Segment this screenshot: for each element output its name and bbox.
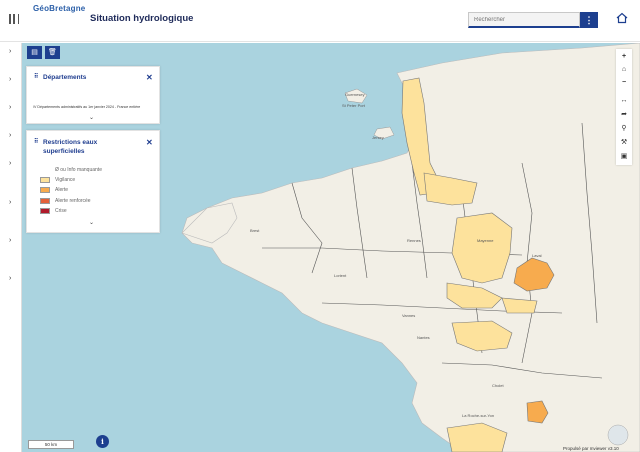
menu-icon[interactable] (9, 14, 19, 24)
page-title: Situation hydrologique (90, 13, 194, 24)
drag-handle-icon[interactable]: ⠿ (34, 138, 38, 145)
map-label: La Roche-sur-Yon (462, 413, 495, 418)
chevron-right-icon[interactable]: › (9, 104, 15, 111)
header-bar: GéoBretagne Situation hydrologique ⋮ (0, 0, 640, 42)
share-icon[interactable]: ➦ (616, 108, 632, 121)
map-label: Rennes (407, 238, 421, 243)
chevron-down-icon[interactable]: ⌄ (89, 114, 94, 121)
map-label: Brest (250, 228, 260, 233)
map-label: Guernesey (345, 92, 365, 97)
map-label: Jersey (372, 135, 384, 140)
panel-title-line2: superficielles (43, 148, 85, 155)
home-icon[interactable]: ⌂ (616, 63, 632, 76)
map-label: Nantes (417, 335, 430, 340)
image-icon[interactable]: ▣ (616, 150, 632, 163)
attribution: Propulsé par mviewer v3.10 (563, 446, 619, 451)
measure-icon[interactable]: ↔ (616, 94, 632, 107)
layer-description: /V Départements administratifs au 1er ja… (33, 105, 141, 109)
chevron-right-icon[interactable]: › (9, 48, 15, 55)
panel-title: Restrictions eaux (43, 139, 98, 146)
chevron-right-icon[interactable]: › (9, 199, 15, 206)
map-toolbar: + ⌂ − ↔ ➦ ⚲ ⚒ ▣ (616, 49, 632, 165)
chevron-right-icon[interactable]: › (9, 237, 15, 244)
close-icon[interactable]: ✕ (146, 73, 153, 82)
location-icon[interactable]: ⚲ (616, 122, 632, 135)
map-label: Laval (532, 253, 542, 258)
layers-list-button[interactable]: ▤ (27, 46, 42, 59)
left-sidebar: › › › › › › › › (0, 43, 22, 452)
info-icon[interactable]: i (96, 435, 109, 448)
search-options-button[interactable]: ⋮ (580, 12, 598, 28)
map-label: Mayenne (477, 238, 494, 243)
map-label: Cholet (492, 383, 504, 388)
scale-bar: 50 km (28, 440, 74, 449)
chevron-right-icon[interactable]: › (9, 132, 15, 139)
chevron-right-icon[interactable]: › (9, 76, 15, 83)
map-label: Lorient (334, 273, 347, 278)
chevron-right-icon[interactable]: › (9, 275, 15, 282)
panel-title: Départements (43, 74, 87, 81)
zoom-in-icon[interactable]: + (616, 50, 632, 63)
chevron-down-icon[interactable]: ⌄ (89, 219, 94, 226)
zoom-out-icon[interactable]: − (616, 76, 632, 89)
map-label: St Peter Port (342, 103, 365, 108)
trash-icon[interactable]: 🗑 (45, 46, 60, 59)
departements-panel: ⠿ Départements ✕ /V Départements adminis… (26, 66, 160, 124)
wrench-icon[interactable]: ⚒ (616, 136, 632, 149)
map-label: Vannes (402, 313, 416, 318)
geobretagne-logo[interactable]: GéoBretagne (33, 4, 85, 13)
chevron-right-icon[interactable]: › (9, 160, 15, 167)
search-input[interactable] (468, 12, 580, 28)
drag-handle-icon[interactable]: ⠿ (34, 73, 38, 80)
home-icon[interactable] (616, 12, 628, 24)
close-icon[interactable]: ✕ (146, 138, 153, 147)
